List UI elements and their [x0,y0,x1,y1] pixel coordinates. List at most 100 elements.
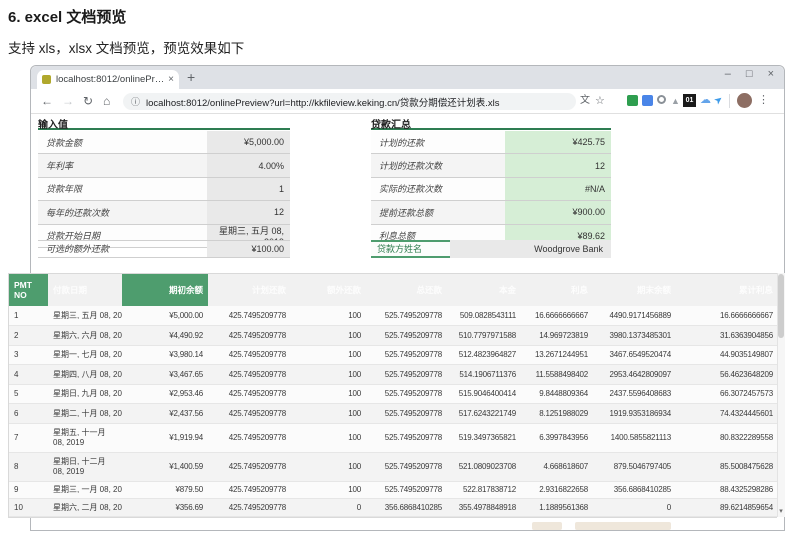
section-title: 输入值 [38,120,68,131]
address-bar[interactable]: ⓘ localhost:8012/onlinePreview?url=http:… [123,93,576,110]
schedule-cell: 514.1906711376 [447,364,521,385]
home-icon[interactable]: ⌂ [103,94,110,108]
browser-toolbar: ← → ↻ ⌂ ⓘ localhost:8012/onlinePreview?u… [31,89,784,114]
tab-close-icon[interactable]: × [168,74,174,85]
back-icon[interactable]: ← [41,94,53,108]
summary-label: 计划的还款 [371,131,505,154]
schedule-cell: 522.817838712 [447,481,521,499]
window-close-button[interactable]: × [768,68,774,80]
scrollbar-down-icon[interactable]: ▾ [777,507,785,517]
schedule-cell: 425.7495209778 [208,384,291,404]
schedule-cell: 2.9316822658 [521,481,593,499]
schedule-cell: 100 [291,481,366,499]
schedule-row: 9星期三, 一月 08, 2020¥879.50425.749520977810… [9,481,778,499]
schedule-row: 7 星期五, 十一月 08, 2019 ¥1,919.94 425.749520977… [9,423,778,453]
schedule-cell: 80.8322289558 [676,423,778,453]
circle-extension-icon[interactable] [657,95,666,104]
schedule-cell: 425.7495209778 [208,423,291,453]
schedule-cell: 425.7495209778 [208,364,291,385]
schedule-cell: ¥3,467.65 [122,364,208,385]
browser-tab[interactable]: localhost:8012/onlinePreview × [37,70,179,89]
schedule-cell: 510.7797971588 [447,325,521,346]
schedule-cell: 7 [9,423,48,453]
summary-label: 实际的还款次数 [371,177,505,201]
window-controls: – □ × [725,68,774,80]
schedule-cell: 74.4324445601 [676,403,778,424]
schedule-cell: 525.7495209778 [366,306,447,326]
schedule-header: 付款日期 [48,274,122,306]
translate-icon[interactable]: 文 [580,94,590,108]
schedule-cell: 44.9035149807 [676,345,778,365]
schedule-cell: 1 [9,306,48,326]
schedule-cell: 425.7495209778 [208,481,291,499]
schedule-row: 1星期三, 五月 08, 2019¥5,000.00425.7495209778… [9,306,778,326]
summary-value: 12 [505,154,611,177]
bookmark-star-icon[interactable]: ☆ [595,94,605,108]
lender-value: Woodgrove Bank [450,240,611,258]
schedule-row: 3星期一, 七月 08, 2019¥3,980.14425.7495209778… [9,345,778,365]
schedule-cell: 100 [291,423,366,453]
new-tab-button[interactable]: + [187,69,195,85]
shield-extension-icon[interactable] [627,95,638,106]
forward-icon[interactable]: → [62,94,74,108]
profile-avatar[interactable] [737,93,752,108]
schedule-cell: 425.7495209778 [208,325,291,346]
schedule-cell: 525.7495209778 [366,364,447,385]
schedule-cell: ¥2,437.56 [122,403,208,424]
triangle-extension-icon[interactable]: ▲ [671,94,680,108]
schedule-row: 10星期六, 二月 08, 2020¥356.69425.74952097780… [9,498,778,517]
docs-extension-icon[interactable] [642,95,653,106]
loan-summary-table: 贷款汇总 计划的还款 ¥425.75 计划的还款次数 12 实际的还款次数 #N/A 提前还… [371,116,611,248]
schedule-cell: 356.6868410285 [593,481,676,499]
lender-label: 贷款方姓名 [371,240,450,258]
schedule-header: PMT NO [9,274,48,306]
schedule-cell: ¥356.69 [122,498,208,517]
schedule-cell: 1400.5855821113 [593,423,676,453]
schedule-cell: 100 [291,306,366,326]
window-minimize-button[interactable]: – [725,68,731,80]
schedule-cell: 星期四, 八月 08, 2019 [48,364,122,385]
schedule-cell: 85.5008475628 [676,452,778,482]
schedule-cell: 89.6214859654 [676,498,778,517]
schedule-cell: 519.3497365821 [447,423,521,453]
schedule-cell: 525.7495209778 [366,423,447,453]
page-info-icon[interactable]: ⓘ [131,95,140,108]
schedule-cell: 356.6868410285 [366,498,447,517]
schedule-cell: 13.2671244951 [521,345,593,365]
schedule-cell: 2 [9,325,48,346]
schedule-cell: 9.8448809364 [521,384,593,404]
schedule-row: 2星期六, 六月 08, 2019¥4,490.92425.7495209778… [9,325,778,346]
schedule-cell: 2953.4642809097 [593,364,676,385]
badge-extension-icon[interactable]: 01 [683,94,696,107]
schedule-cell: 88.4325298286 [676,481,778,499]
paper-plane-extension-icon[interactable]: ➤ [712,93,727,109]
schedule-cell: 3467.6549520474 [593,345,676,365]
summary-value: ¥900.00 [505,201,611,224]
schedule-cell: 4490.9171456889 [593,306,676,326]
toolbar-divider [729,94,730,108]
summary-label: 计划的还款次数 [371,154,505,177]
lender-row: 贷款方姓名 Woodgrove Bank [371,240,611,258]
schedule-cell: 16.6666666667 [521,306,593,326]
schedule-cell: 4 [9,364,48,385]
schedule-header: 本金 [447,274,521,306]
schedule-header: 期初余额 [122,274,208,306]
menu-kebab-icon[interactable]: ⋮ [758,93,769,107]
schedule-cell: 10 [9,498,48,517]
schedule-cell: 星期六, 六月 08, 2019 [48,325,122,346]
summary-row: 计划的还款次数 12 [371,154,611,178]
schedule-header-row: PMT NO 付款日期 期初余额 计划还款 额外还款 总还款 本金 利息 期末余额 累计利息 [9,274,778,306]
schedule-cell: ¥4,490.92 [122,325,208,346]
scrollbar-thumb[interactable] [778,274,784,338]
schedule-cell: 9 [9,481,48,499]
schedule-cell: 509.0828543111 [447,306,521,326]
schedule-cell: 5 [9,384,48,404]
schedule-cell: ¥1,400.59 [122,452,208,482]
schedule-cell: 525.7495209778 [366,452,447,482]
schedule-cell: 100 [291,384,366,404]
schedule-cell: 512.4823964827 [447,345,521,365]
reload-icon[interactable]: ↻ [83,94,93,108]
window-maximize-button[interactable]: □ [746,68,753,80]
cloud-extension-icon[interactable]: ☁ [700,93,711,107]
url-text[interactable]: localhost:8012/onlinePreview?url=http://… [146,95,500,109]
